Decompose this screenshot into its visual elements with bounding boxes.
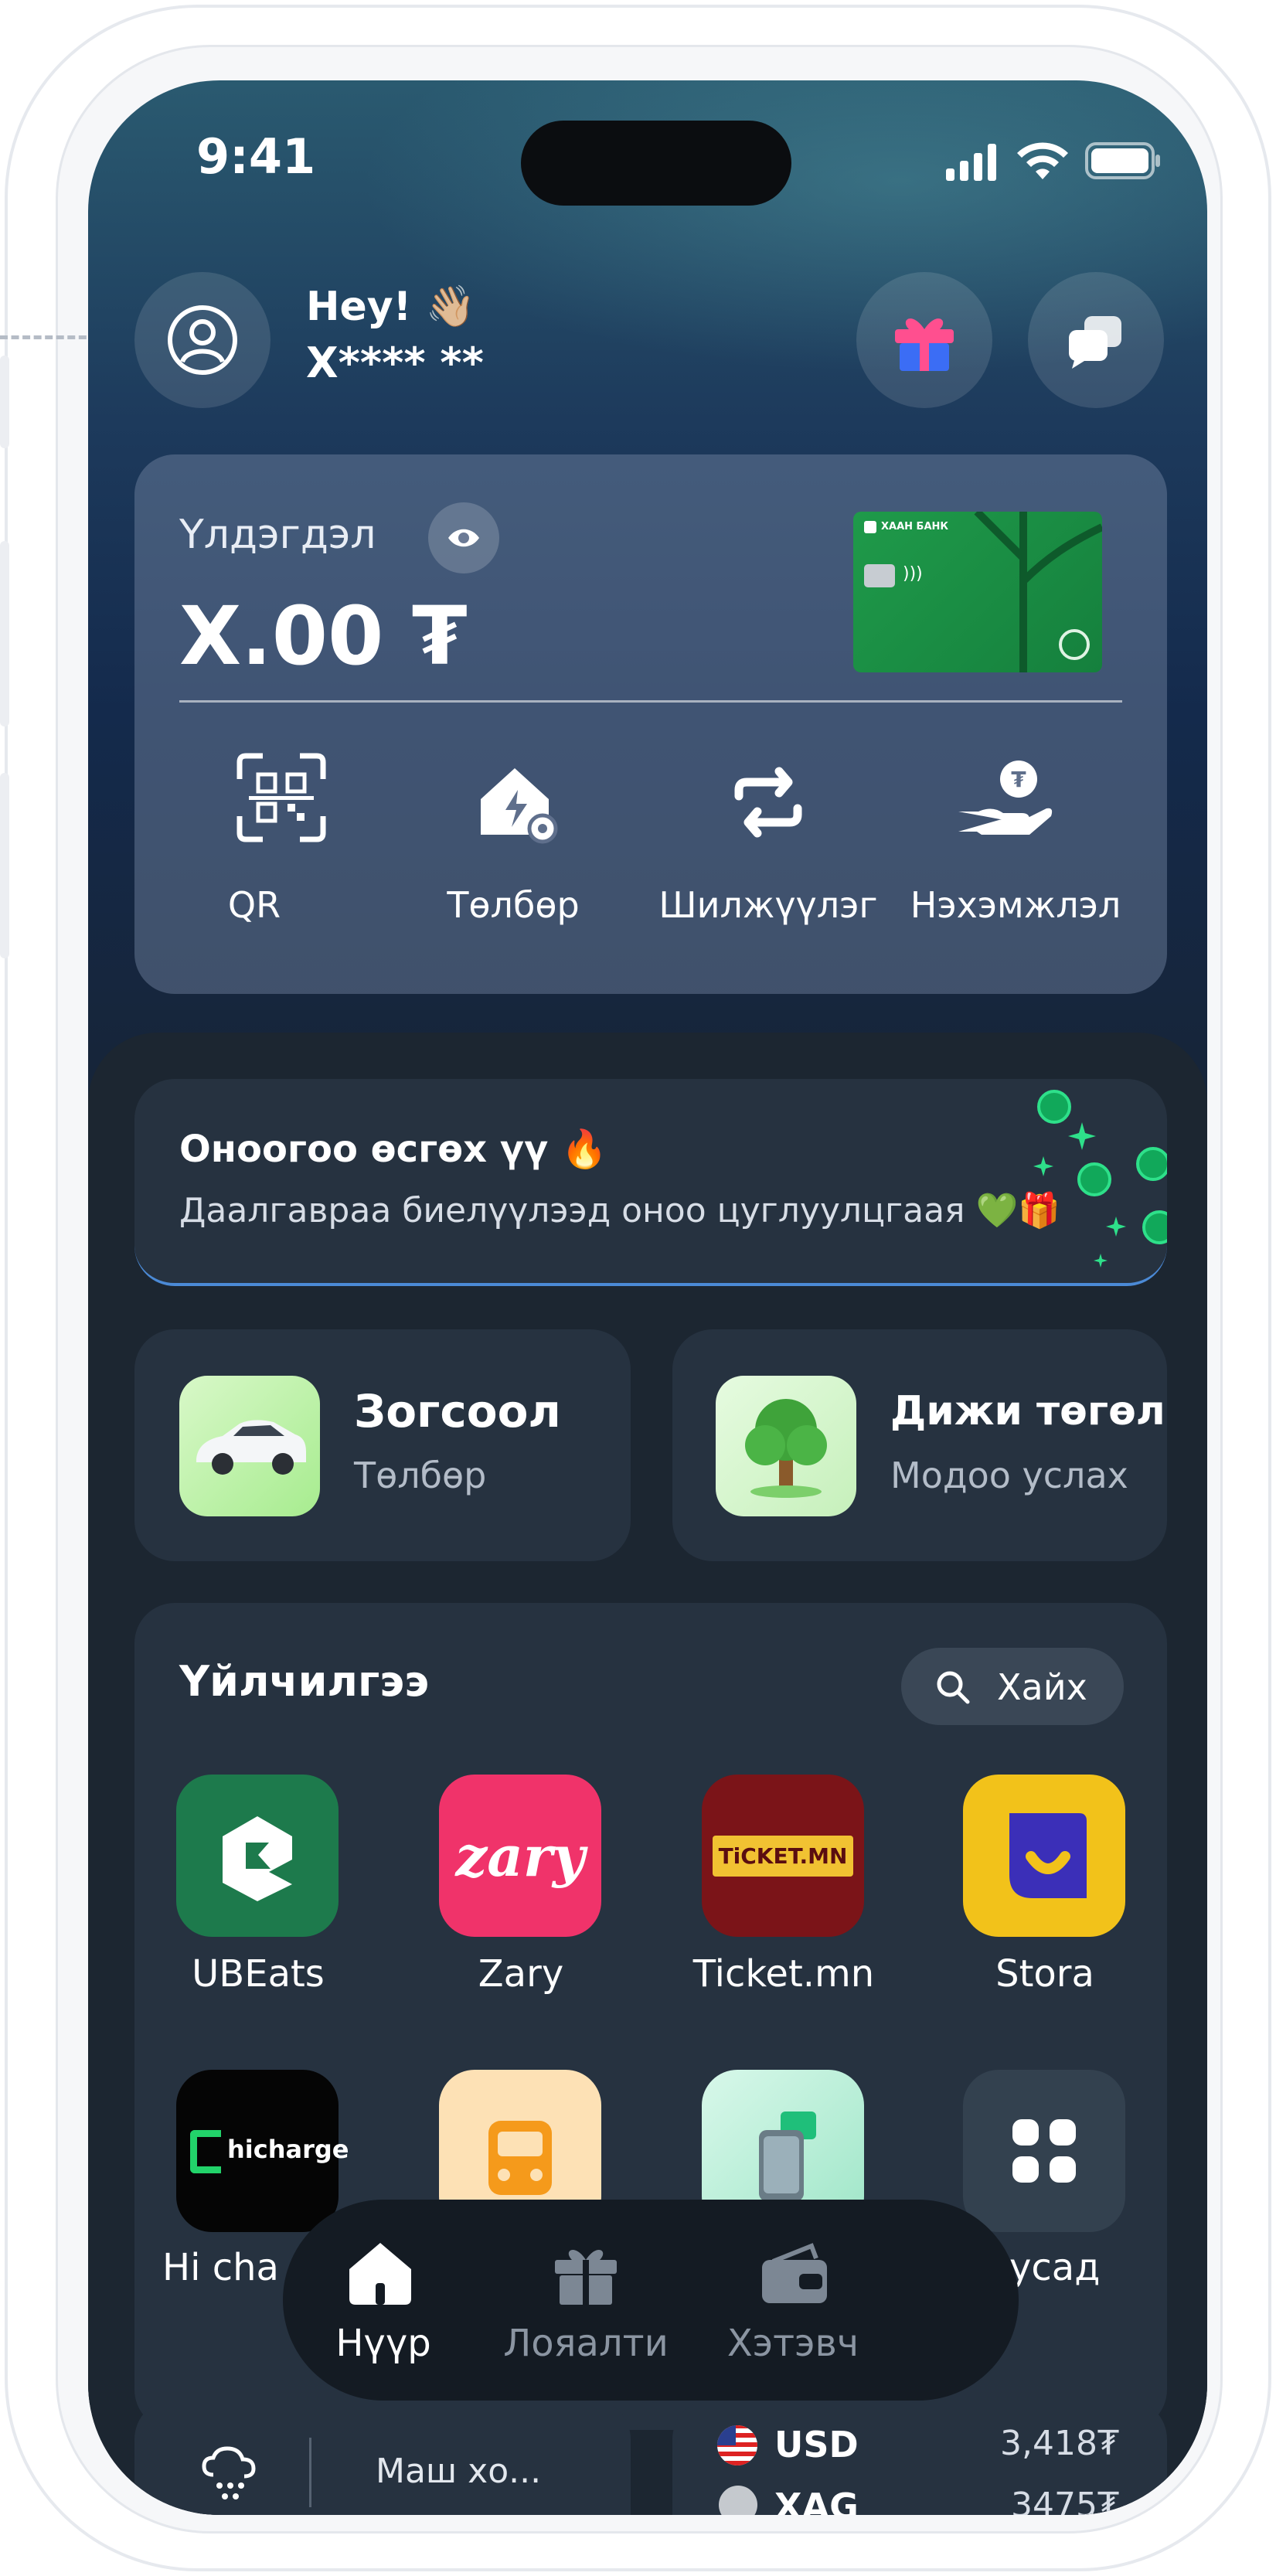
card-brand: ХААН БАНК <box>881 521 949 533</box>
toggle-visibility-button[interactable] <box>428 502 499 573</box>
quick-action-invoice[interactable]: Нэхэмжлэл <box>892 884 1139 926</box>
transfer-arrows-icon <box>728 764 808 841</box>
svg-text:₮: ₮ <box>1011 767 1026 792</box>
home-icon <box>343 2238 417 2308</box>
digi-grove-tile[interactable]: Дижи төгөл Модоо услах <box>672 1329 1167 1561</box>
digi-grove-title: Дижи төгөл <box>890 1388 1165 1434</box>
search-icon <box>937 1671 970 1704</box>
service-label-ticket: Ticket.mn <box>692 1952 875 1996</box>
status-time: 9:41 <box>196 128 316 185</box>
profile-avatar-button[interactable] <box>134 272 271 408</box>
zary-logo-text: zary <box>455 1822 585 1889</box>
quick-action-payment[interactable]: Төлбөр <box>397 884 629 926</box>
nav-wallet[interactable]: Хэтэвч <box>692 2322 893 2365</box>
balance-amount: X.00 ₮ <box>179 589 468 683</box>
promo-subtitle: Даалгавраа биелүүлээд оноо цуглуулцгаая … <box>179 1191 1061 1230</box>
exchange-rates-widget[interactable]: USD 3,418₮ XAG 3475₮ <box>672 2399 1167 2515</box>
balance-label: Үлдэгдэл <box>179 512 376 558</box>
hand-coin-icon: ₮ <box>955 757 1056 842</box>
balance-card: Үлдэгдэл X.00 ₮ ХААН БАНК ))) ₮ QR Төлбө… <box>134 454 1167 994</box>
signal-icon <box>946 144 996 181</box>
hicharge-logo-text: hicharge <box>227 2135 349 2164</box>
user-name: Х**** ** <box>306 339 484 387</box>
promo-banner[interactable]: Оноогоо өсгөх үү 🔥 Даалгавраа биелүүлээд… <box>134 1079 1167 1286</box>
rate-value-xag: 3475₮ <box>1011 2486 1119 2515</box>
greeting-text: Hey! 👋🏼 <box>306 284 476 330</box>
wallet-icon <box>757 2241 832 2306</box>
service-label-stora: Stora <box>995 1952 1094 1996</box>
nav-loyalty[interactable]: Лояалти <box>485 2322 686 2365</box>
ticket-icon[interactable]: TiCKET.MN <box>702 1775 864 1937</box>
nav-home[interactable]: Нүүр <box>283 2322 484 2365</box>
ubeats-icon[interactable] <box>176 1775 339 1937</box>
cloud-rain-icon <box>202 2446 256 2499</box>
grid-icon[interactable] <box>963 2070 1125 2232</box>
services-search-button[interactable]: Хайх <box>901 1648 1124 1725</box>
eye-icon <box>448 529 479 547</box>
house-bill-icon <box>475 759 560 844</box>
stora-icon[interactable] <box>963 1775 1125 1937</box>
chip-icon <box>864 564 895 587</box>
us-flag-icon <box>717 2425 757 2465</box>
contactless-icon: ))) <box>903 564 923 584</box>
rate-code-xag: XAG <box>774 2486 859 2515</box>
gift-box-icon <box>895 318 954 371</box>
screen: 9:41 Hey! 👋🏼 Х**** ** Үлдэгдэл X.00 ₮ ХА… <box>88 80 1207 2515</box>
services-search-label: Хайх <box>997 1666 1087 1708</box>
dynamic-island <box>521 121 791 206</box>
weather-divider <box>309 2438 311 2507</box>
hicharge-icon[interactable]: hicharge <box>176 2070 349 2232</box>
services-title: Үйлчилгээ <box>179 1657 430 1706</box>
gift-button[interactable] <box>856 272 992 408</box>
battery-icon <box>1085 142 1160 179</box>
parking-subtitle: Төлбөр <box>354 1455 487 1496</box>
hicharge-mark <box>190 2130 221 2173</box>
service-label-zary: Zary <box>478 1952 564 1996</box>
quick-action-qr[interactable]: QR <box>158 884 351 926</box>
side-button <box>0 773 9 958</box>
card-divider <box>179 700 1122 703</box>
digi-grove-subtitle: Модоо услах <box>890 1455 1128 1496</box>
chat-bubbles-icon <box>1069 316 1121 369</box>
card-tree-pattern <box>974 512 1102 672</box>
user-icon <box>168 305 237 375</box>
bottom-nav: Нүүр Лояалти Хэтэвч <box>283 2200 1019 2401</box>
tree-icon <box>716 1376 856 1516</box>
ticket-logo-text: TiCKET.MN <box>712 1835 854 1877</box>
service-label-ubeats: UBEats <box>192 1952 325 1996</box>
bank-card[interactable]: ХААН БАНК ))) <box>853 512 1102 672</box>
weather-text: Маш хо... <box>376 2452 542 2491</box>
wifi-icon <box>1017 142 1068 179</box>
sparkle-coins-icon <box>1033 1090 1167 1268</box>
service-label-more: усад <box>1009 2246 1101 2289</box>
qr-scan-icon <box>235 751 328 844</box>
bank-logo-icon <box>864 521 876 533</box>
promo-title: Оноогоо өсгөх үү 🔥 <box>179 1128 607 1171</box>
zary-icon[interactable]: zary <box>439 1775 601 1937</box>
side-button <box>0 541 9 727</box>
silver-coin-icon <box>719 2486 757 2515</box>
weather-widget[interactable]: Маш хо... <box>134 2399 631 2515</box>
car-icon <box>179 1376 320 1516</box>
parking-tile[interactable]: Зогсоол Төлбөр <box>134 1329 631 1561</box>
side-button <box>0 356 9 448</box>
rate-code-usd: USD <box>774 2424 859 2465</box>
parking-title: Зогсоол <box>354 1385 561 1438</box>
quick-action-transfer[interactable]: Шилжүүлэг <box>645 884 892 926</box>
chat-button[interactable] <box>1028 272 1164 408</box>
service-label-hicharge: Hi cha <box>162 2246 279 2289</box>
gift-icon <box>549 2238 623 2308</box>
rate-value-usd: 3,418₮ <box>1000 2424 1119 2463</box>
